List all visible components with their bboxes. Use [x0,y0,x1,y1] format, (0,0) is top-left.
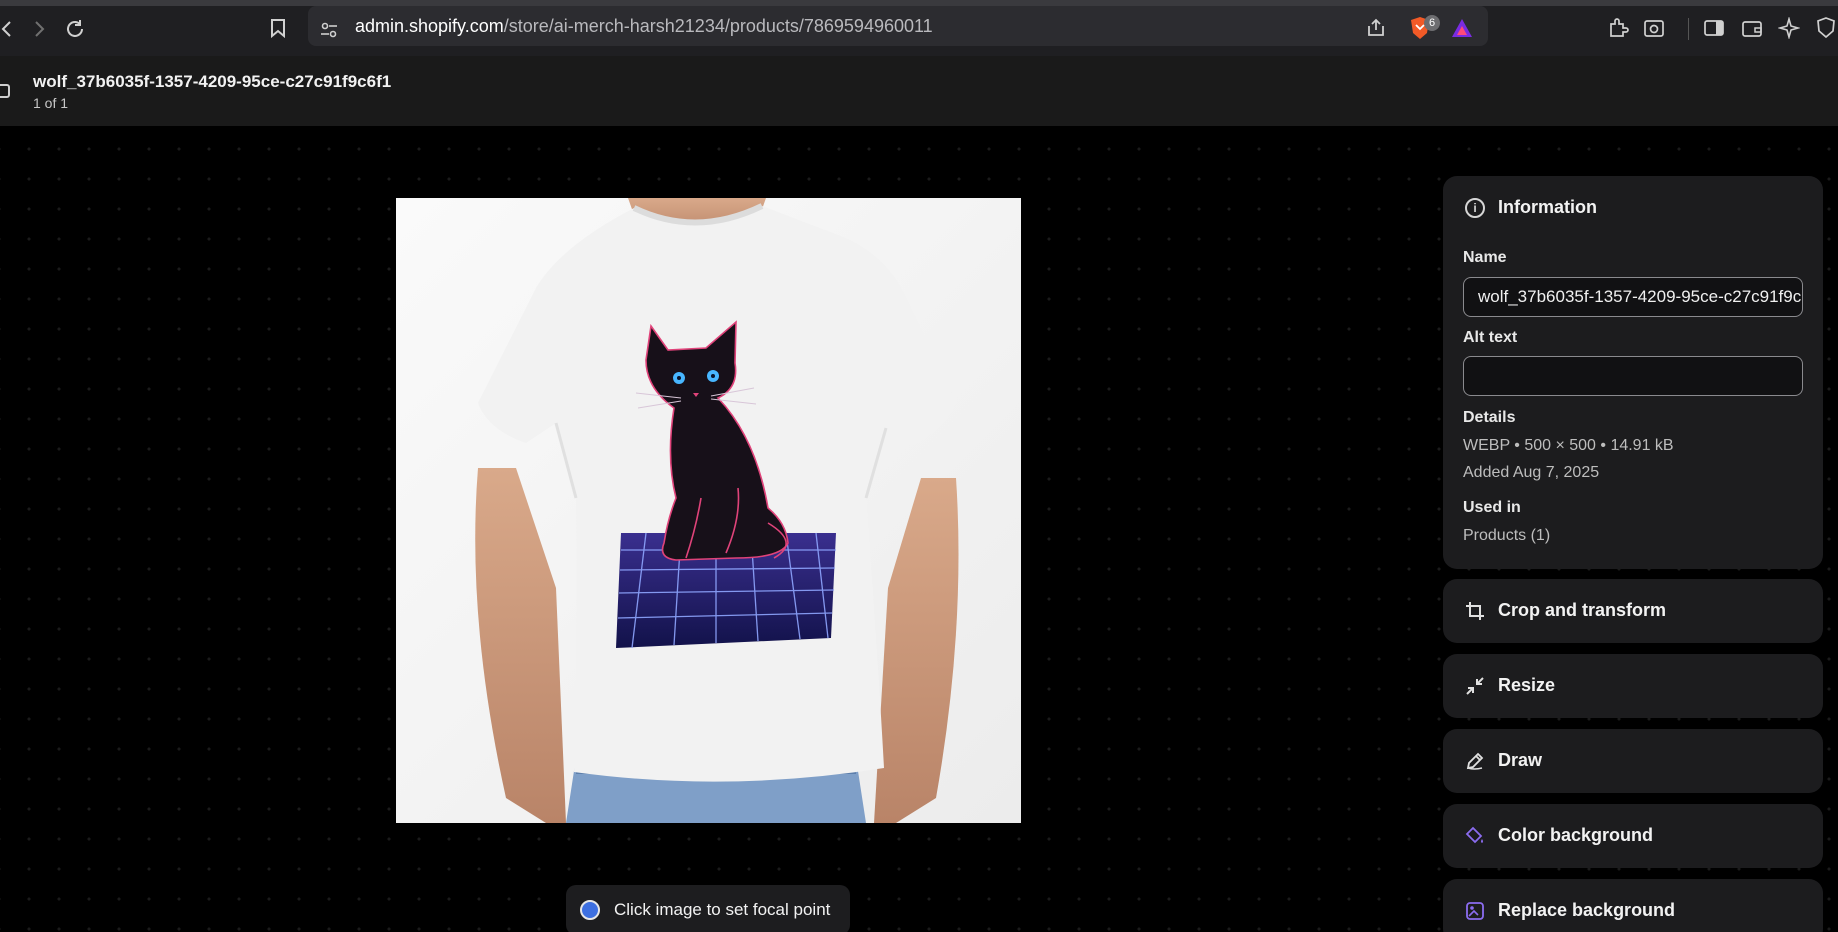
url-text[interactable]: admin.shopify.com/store/ai-merch-harsh21… [355,16,933,37]
crop-label: Crop and transform [1498,600,1666,621]
brave-rewards-icon[interactable] [1448,14,1476,42]
back-icon[interactable] [0,12,24,46]
draw-icon [1465,751,1485,771]
paint-bucket-icon [1465,826,1485,846]
forward-icon[interactable] [22,12,56,46]
sidebar-icon[interactable] [1700,14,1728,42]
url-host: admin.shopify.com [355,16,504,36]
used-in-label: Used in [1463,499,1521,517]
alt-text-input[interactable] [1463,356,1803,396]
reload-icon[interactable] [58,12,92,46]
resize-icon [1465,676,1485,696]
leo-ai-icon[interactable] [1775,14,1803,42]
screenshot-icon[interactable] [1640,14,1668,42]
crop-and-transform-button[interactable]: Crop and transform [1443,579,1823,643]
close-viewer-icon[interactable] [0,84,10,98]
tshirt-illustration [396,198,1021,823]
product-image[interactable] [396,198,1021,823]
replace-image-icon [1465,901,1485,921]
added-date: Added Aug 7, 2025 [1463,464,1599,482]
color-background-button[interactable]: Color background [1443,804,1823,868]
used-in-products: Products (1) [1463,527,1550,545]
draw-button[interactable]: Draw [1443,729,1823,793]
wallet-icon[interactable] [1738,14,1766,42]
notification-badge: 6 [1424,15,1440,31]
details-label: Details [1463,409,1515,427]
vpn-icon[interactable] [1812,14,1838,42]
resize-button[interactable]: Resize [1443,654,1823,718]
resize-label: Resize [1498,675,1555,696]
color-background-label: Color background [1498,825,1653,846]
file-position: 1 of 1 [33,95,68,111]
replace-background-label: Replace background [1498,900,1675,921]
extensions-icon[interactable] [1604,14,1632,42]
share-icon[interactable] [1362,14,1390,42]
focal-point-icon [580,900,600,920]
info-icon: i [1465,198,1485,218]
file-name-title: wolf_37b6035f-1357-4209-95ce-c27c91f9c6f… [33,72,391,92]
draw-label: Draw [1498,750,1542,771]
focal-point-hint: Click image to set focal point [566,885,850,932]
focal-point-label: Click image to set focal point [614,900,830,920]
name-label: Name [1463,249,1507,267]
name-input[interactable]: wolf_37b6035f-1357-4209-95ce-c27c91f9c6f… [1463,277,1803,317]
crop-icon [1465,601,1485,621]
information-title: Information [1498,197,1597,218]
bookmark-icon[interactable] [264,14,292,42]
alt-text-label: Alt text [1463,329,1517,347]
site-settings-icon[interactable] [315,16,343,44]
file-details: WEBP • 500 × 500 • 14.91 kB [1463,437,1674,455]
toolbar-divider [1688,18,1689,40]
url-path: /store/ai-merch-harsh21234/products/7869… [504,16,933,36]
information-panel: i Information Name wolf_37b6035f-1357-42… [1443,176,1823,569]
replace-background-button[interactable]: Replace background [1443,879,1823,932]
